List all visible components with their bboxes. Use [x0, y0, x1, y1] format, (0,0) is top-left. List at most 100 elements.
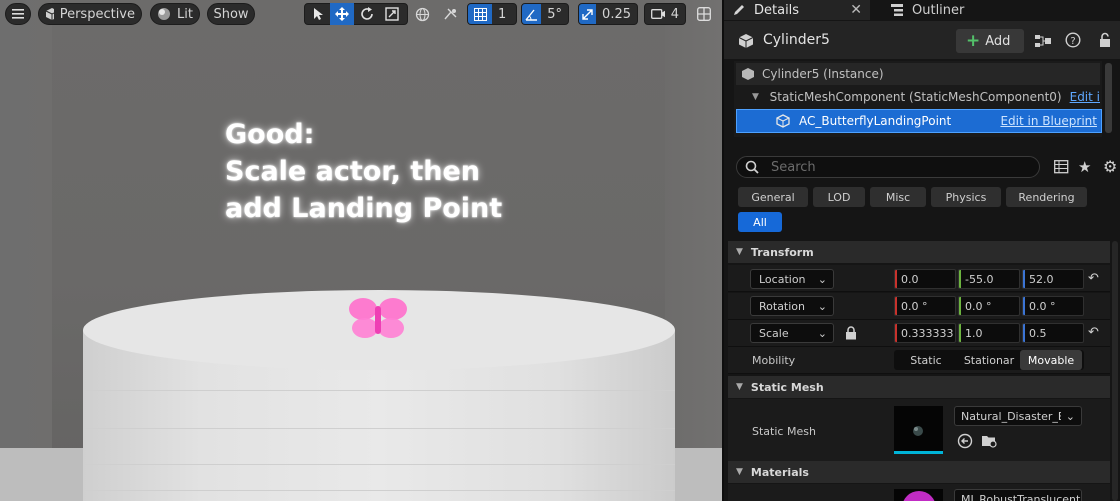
location-label: Location — [759, 272, 806, 286]
expand-arrow-icon[interactable]: ▼ — [752, 92, 759, 102]
materials-row: MI_RobustTranslucent_Pi — [728, 484, 1110, 501]
mobility-stationary[interactable]: Stationar — [958, 350, 1020, 370]
tab-details[interactable]: Details ✕ — [724, 0, 870, 20]
tree-smc-label: StaticMeshComponent (StaticMeshComponent… — [769, 90, 1062, 104]
cursor-icon — [314, 8, 323, 20]
location-z-value: 52.0 — [1029, 272, 1054, 286]
filter-rendering[interactable]: Rendering — [1006, 187, 1087, 207]
rotation-dropdown[interactable]: Rotation ⌄ — [750, 296, 834, 316]
tree-row-instance[interactable]: Cylinder5 (Instance) — [736, 63, 1100, 85]
table-view-icon[interactable] — [1054, 160, 1069, 174]
filter-all[interactable]: All — [738, 212, 782, 232]
static-mesh-thumbnail[interactable] — [894, 406, 943, 454]
tree-scrollbar[interactable] — [1105, 63, 1112, 133]
scale-dropdown[interactable]: Scale ⌄ — [750, 323, 834, 343]
scale-y-field[interactable]: 1.0 — [958, 323, 1020, 343]
location-y-field[interactable]: -55.0 — [958, 269, 1020, 289]
lit-button[interactable]: Lit — [150, 3, 200, 25]
edit-in-blueprint-link[interactable]: Edit in Blueprint — [1000, 114, 1097, 128]
rotation-x-value: 0.0 ° — [901, 299, 928, 313]
camera-speed-button[interactable]: 4 — [644, 3, 686, 25]
add-component-button[interactable]: + Add — [956, 29, 1024, 53]
settings-gear-icon[interactable]: ⚙ — [1103, 157, 1117, 176]
filter-physics[interactable]: Physics — [931, 187, 1001, 207]
level-viewport[interactable]: Good: Scale actor, then add Landing Poin… — [0, 0, 722, 501]
scale-snap-group[interactable]: 0.25 — [578, 3, 638, 25]
blueprint-icon — [1035, 35, 1051, 47]
scale-x-value: 0.333333 — [901, 326, 954, 340]
materials-section-header[interactable]: ▼ Materials — [728, 461, 1110, 483]
show-button[interactable]: Show — [207, 3, 255, 25]
browse-asset-icon[interactable] — [981, 433, 998, 449]
surface-snap-button[interactable] — [438, 3, 462, 25]
material-thumbnail[interactable] — [894, 489, 943, 501]
static-mesh-picker[interactable]: Natural_Disaster_B ⌄ — [954, 406, 1082, 426]
chevron-down-icon: ⌄ — [817, 272, 827, 286]
overlay-text-line2: Scale actor, then — [225, 156, 480, 187]
help-icon[interactable]: ? — [1065, 32, 1081, 48]
translate-mode-button[interactable] — [330, 3, 354, 25]
use-selected-asset-icon[interactable] — [957, 433, 973, 449]
collapse-arrow-icon: ▼ — [736, 467, 743, 477]
tree-row-landing-point[interactable]: AC_ButterflyLandingPoint Edit in Bluepri… — [736, 109, 1102, 133]
reset-scale-icon[interactable]: ↶ — [1088, 325, 1099, 340]
tab-outliner[interactable]: Outliner — [870, 0, 1120, 20]
pencil-icon — [734, 5, 744, 15]
grid-snap-group[interactable]: 1 — [467, 3, 517, 25]
search-input[interactable]: Search — [736, 156, 1040, 178]
scale-x-field[interactable]: 0.333333 — [894, 323, 956, 343]
mobility-static[interactable]: Static — [894, 350, 958, 370]
static-mesh-label: Static Mesh — [752, 424, 816, 438]
tab-details-label: Details — [754, 2, 800, 18]
world-space-button[interactable] — [410, 3, 434, 25]
viewport-layout-button[interactable] — [692, 3, 716, 25]
location-x-value: 0.0 — [901, 272, 919, 286]
select-mode-button[interactable] — [306, 3, 330, 25]
location-x-field[interactable]: 0.0 — [894, 269, 956, 289]
actor-cube-icon — [738, 33, 754, 49]
favorite-star-icon[interactable]: ★ — [1078, 158, 1091, 176]
close-tab-icon[interactable]: ✕ — [850, 2, 862, 18]
scale-z-value: 0.5 — [1029, 326, 1047, 340]
hamburger-icon — [12, 9, 24, 19]
filter-misc[interactable]: Misc — [870, 187, 926, 207]
scale-lock-icon[interactable] — [845, 326, 857, 340]
tree-row-static-mesh-component[interactable]: ▼ StaticMeshComponent (StaticMeshCompone… — [736, 86, 1100, 108]
camera-speed-value: 4 — [670, 6, 679, 22]
reset-location-icon[interactable]: ↶ — [1088, 271, 1099, 286]
surface-snap-icon — [443, 8, 456, 19]
blueprint-button[interactable] — [1032, 31, 1054, 51]
rotate-mode-button[interactable] — [355, 3, 379, 25]
tree-instance-label: Cylinder5 (Instance) — [762, 67, 884, 81]
material-picker[interactable]: MI_RobustTranslucent_Pi — [954, 489, 1082, 501]
static-mesh-section-header[interactable]: ▼ Static Mesh — [728, 376, 1110, 398]
filter-lod[interactable]: LOD — [813, 187, 865, 207]
add-label: Add — [985, 33, 1011, 49]
butterfly-landing-point[interactable] — [345, 296, 411, 342]
lit-sphere-icon — [158, 8, 170, 20]
scale-snap-value: 0.25 — [602, 6, 631, 22]
search-icon — [745, 160, 759, 174]
transform-section-title: Transform — [750, 245, 814, 259]
transform-section-header[interactable]: ▼ Transform — [728, 241, 1110, 263]
chevron-down-icon: ⌄ — [817, 326, 827, 340]
scale-mode-button[interactable] — [380, 3, 404, 25]
details-scrollbar[interactable] — [1112, 241, 1118, 501]
rotation-y-field[interactable]: 0.0 ° — [958, 296, 1020, 316]
location-z-field[interactable]: 52.0 — [1022, 269, 1084, 289]
scale-z-field[interactable]: 0.5 — [1022, 323, 1084, 343]
tree-landing-point-label: AC_ButterflyLandingPoint — [799, 114, 952, 128]
mobility-label: Mobility — [752, 353, 796, 367]
viewport-menu-button[interactable] — [5, 3, 31, 25]
rotation-z-field[interactable]: 0.0 ° — [1022, 296, 1084, 316]
lock-icon[interactable] — [1099, 32, 1113, 48]
rotation-snap-group[interactable]: 5° — [521, 3, 569, 25]
mobility-movable[interactable]: Movable — [1020, 350, 1082, 370]
rotation-snap-value: 5° — [547, 6, 562, 22]
location-dropdown[interactable]: Location ⌄ — [750, 269, 834, 289]
edit-in-blueprint-link-smc[interactable]: Edit i — [1070, 90, 1100, 104]
grid-snap-value: 1 — [498, 6, 507, 22]
rotation-x-field[interactable]: 0.0 ° — [894, 296, 956, 316]
filter-general[interactable]: General — [738, 187, 808, 207]
perspective-button[interactable]: Perspective — [38, 3, 142, 25]
